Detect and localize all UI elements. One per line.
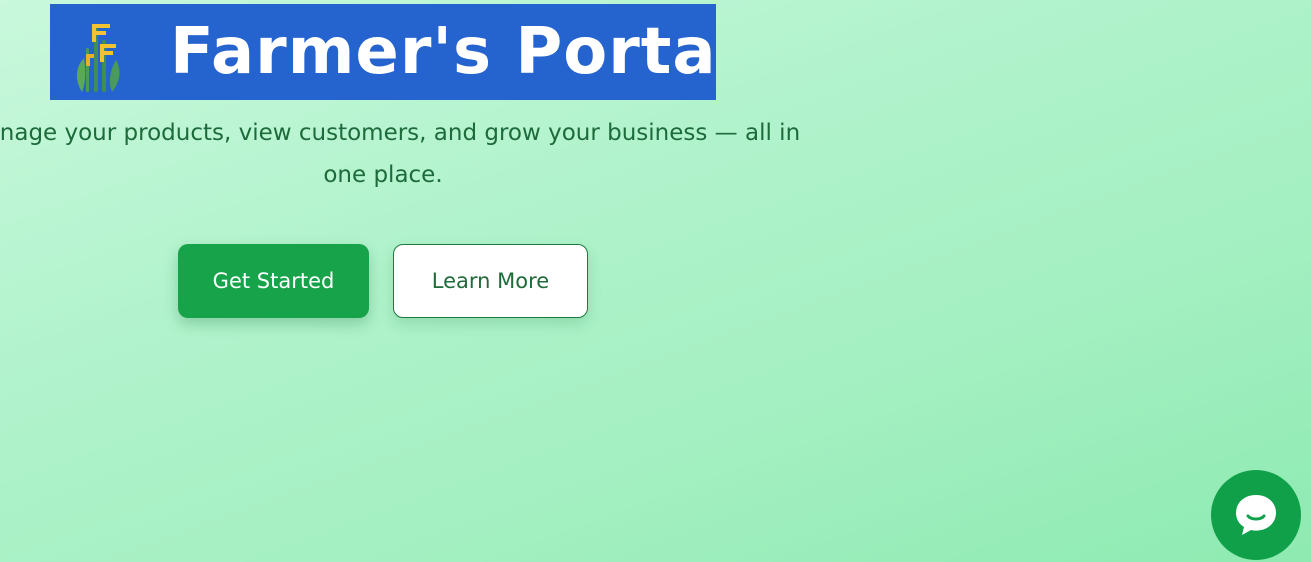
hero-tagline: Manage your products, view customers, an… [0,120,801,188]
chat-button[interactable] [1211,470,1301,560]
get-started-button[interactable]: Get Started [178,244,369,318]
learn-more-button[interactable]: Learn More [393,244,588,318]
hero-banner: Farmer's Portal [50,4,716,100]
wheat-logo-icon [72,18,128,94]
page-title: Farmer's Portal [170,15,716,89]
chat-bubble-icon [1229,487,1283,544]
